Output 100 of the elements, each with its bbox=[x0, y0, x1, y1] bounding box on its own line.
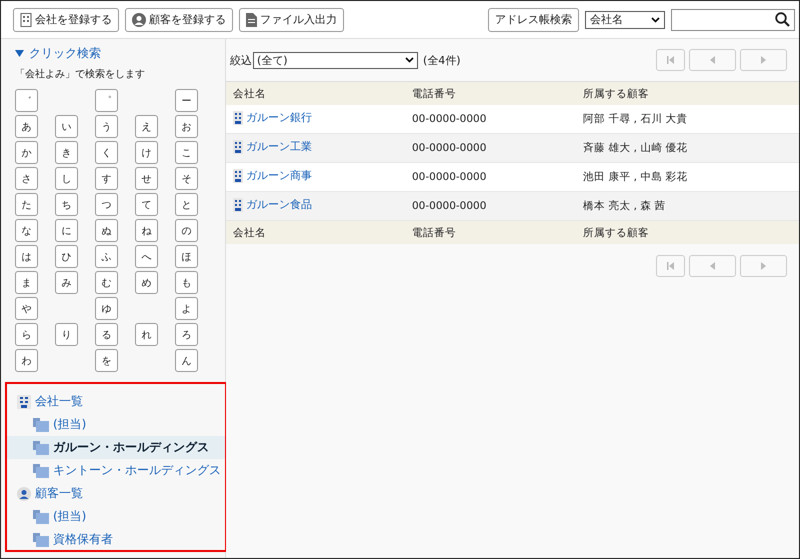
kana-key[interactable]: も bbox=[175, 271, 198, 294]
click-search-toggle[interactable]: クリック検索 bbox=[1, 45, 225, 62]
kana-key[interactable]: ふ bbox=[95, 245, 118, 268]
column-header: 電話番号 bbox=[405, 82, 576, 105]
chevron-icon bbox=[651, 16, 660, 22]
kana-key[interactable]: さ bbox=[15, 167, 38, 190]
kana-key[interactable]: ほ bbox=[175, 245, 198, 268]
next-page-button[interactable] bbox=[740, 255, 787, 277]
building-icon bbox=[233, 198, 243, 212]
kana-key[interactable]: み bbox=[55, 271, 78, 294]
toolbar-button[interactable]: 顧客を登録する bbox=[125, 8, 233, 32]
kana-key[interactable]: を bbox=[95, 349, 118, 372]
kana-key[interactable]: ゛ bbox=[15, 89, 38, 112]
search-icon bbox=[775, 12, 790, 27]
result-count: (全4件) bbox=[423, 52, 461, 68]
previous-page-button[interactable] bbox=[689, 49, 736, 71]
column-header: 所属する顧客 bbox=[576, 220, 799, 244]
table-cell: 00-0000-0000 bbox=[412, 113, 486, 125]
company-link[interactable]: ガルーン商事 bbox=[246, 168, 312, 184]
kana-key[interactable]: あ bbox=[15, 115, 38, 138]
kana-key[interactable]: た bbox=[15, 193, 38, 216]
kana-key[interactable]: ひ bbox=[55, 245, 78, 268]
address-search-button[interactable]: アドレス帳検索 bbox=[488, 8, 579, 32]
toolbar-button[interactable]: ファイル入出力 bbox=[239, 8, 344, 32]
table-cell: 池田 康平 , 中島 彩花 bbox=[583, 171, 688, 183]
kana-key[interactable]: ー bbox=[175, 89, 198, 112]
folder-icon bbox=[33, 464, 49, 478]
kana-key[interactable]: り bbox=[55, 323, 78, 346]
building-icon bbox=[20, 12, 32, 26]
search-field[interactable] bbox=[671, 8, 795, 30]
kana-key[interactable]: い bbox=[55, 115, 78, 138]
kana-key[interactable]: な bbox=[15, 219, 38, 242]
building-icon bbox=[233, 140, 243, 154]
table-cell: 00-0000-0000 bbox=[412, 142, 486, 154]
kana-key[interactable]: ら bbox=[15, 323, 38, 346]
toolbar-button[interactable]: 会社を登録する bbox=[13, 8, 119, 32]
kana-key[interactable]: て bbox=[135, 193, 158, 216]
kana-key[interactable]: ま bbox=[15, 271, 38, 294]
kana-key[interactable]: つ bbox=[95, 193, 118, 216]
first-page-button[interactable] bbox=[656, 49, 685, 71]
table-cell: 斉藤 雄大 , 山崎 優花 bbox=[583, 142, 688, 154]
kana-key[interactable]: と bbox=[175, 193, 198, 216]
kana-key[interactable]: こ bbox=[175, 141, 198, 164]
kana-key[interactable]: か bbox=[15, 141, 38, 164]
kana-key[interactable]: ゆ bbox=[95, 297, 118, 320]
tree-item[interactable]: (担当) bbox=[7, 505, 225, 528]
kana-key[interactable]: る bbox=[95, 323, 118, 346]
search-hint: 「会社よみ」で検索をします bbox=[14, 68, 146, 81]
document-icon bbox=[246, 12, 257, 26]
first-page-button[interactable] bbox=[656, 255, 685, 277]
kana-key[interactable]: ち bbox=[55, 193, 78, 216]
folder-icon bbox=[33, 510, 49, 524]
table-cell: 橋本 亮太 , 森 茜 bbox=[583, 200, 666, 212]
kana-key[interactable]: へ bbox=[135, 245, 158, 268]
kana-key[interactable]: ぬ bbox=[95, 219, 118, 242]
company-link[interactable]: ガルーン食品 bbox=[246, 197, 312, 212]
folder-icon bbox=[33, 532, 49, 546]
column-header: 所属する顧客 bbox=[576, 82, 799, 105]
table-cell: 00-0000-0000 bbox=[412, 200, 486, 212]
kana-key[interactable]: う bbox=[95, 115, 118, 138]
right-triangle-icon bbox=[761, 56, 766, 64]
search-scope-select[interactable]: 会社名 bbox=[585, 10, 665, 28]
filter-label: 絞込 bbox=[230, 52, 252, 68]
kana-key[interactable]: き bbox=[55, 141, 78, 164]
kana-key[interactable]: け bbox=[135, 141, 158, 164]
folder-icon bbox=[33, 440, 49, 454]
triangle-icon bbox=[15, 50, 24, 58]
kana-key[interactable]: や bbox=[15, 297, 38, 320]
tree-item[interactable]: キントーン・ホールディングス bbox=[7, 459, 225, 482]
previous-page-button[interactable] bbox=[689, 255, 736, 277]
kana-key[interactable]: ね bbox=[135, 219, 158, 242]
tree-item[interactable]: ガルーン・ホールディングス bbox=[7, 436, 225, 459]
kana-key[interactable]: に bbox=[55, 219, 78, 242]
kana-key[interactable]: ろ bbox=[175, 323, 198, 346]
person-icon bbox=[132, 12, 146, 26]
tree-item[interactable]: 顧客一覧 bbox=[7, 482, 225, 505]
next-page-button[interactable] bbox=[740, 49, 787, 71]
kana-key[interactable]: せ bbox=[135, 167, 158, 190]
tree-item[interactable]: 会社一覧 bbox=[7, 390, 225, 413]
kana-key[interactable]: く bbox=[95, 141, 118, 164]
chevron-icon bbox=[405, 57, 414, 63]
kana-key[interactable]: れ bbox=[135, 323, 158, 346]
tree-item[interactable]: 資格保有者 bbox=[7, 528, 225, 551]
tree-item[interactable]: (担当) bbox=[7, 413, 225, 436]
right-triangle-icon bbox=[761, 262, 766, 270]
filter-select[interactable]: (全て) bbox=[253, 52, 418, 68]
kana-key[interactable]: は bbox=[15, 245, 38, 268]
kana-key[interactable]: ん bbox=[175, 349, 198, 372]
kana-key[interactable]: わ bbox=[15, 349, 38, 372]
kana-key[interactable]: の bbox=[175, 219, 198, 242]
kana-key[interactable]: す bbox=[95, 167, 118, 190]
company-link[interactable]: ガルーン工業 bbox=[246, 139, 312, 154]
kana-key[interactable]: む bbox=[95, 271, 118, 294]
kana-key[interactable]: お bbox=[175, 115, 198, 138]
kana-key[interactable]: そ bbox=[175, 167, 198, 190]
kana-key[interactable]: え bbox=[135, 115, 158, 138]
kana-key[interactable]: し bbox=[55, 167, 78, 190]
kana-key[interactable]: よ bbox=[175, 297, 198, 320]
kana-key[interactable]: め bbox=[135, 271, 158, 294]
kana-key[interactable]: ゜ bbox=[95, 89, 118, 112]
